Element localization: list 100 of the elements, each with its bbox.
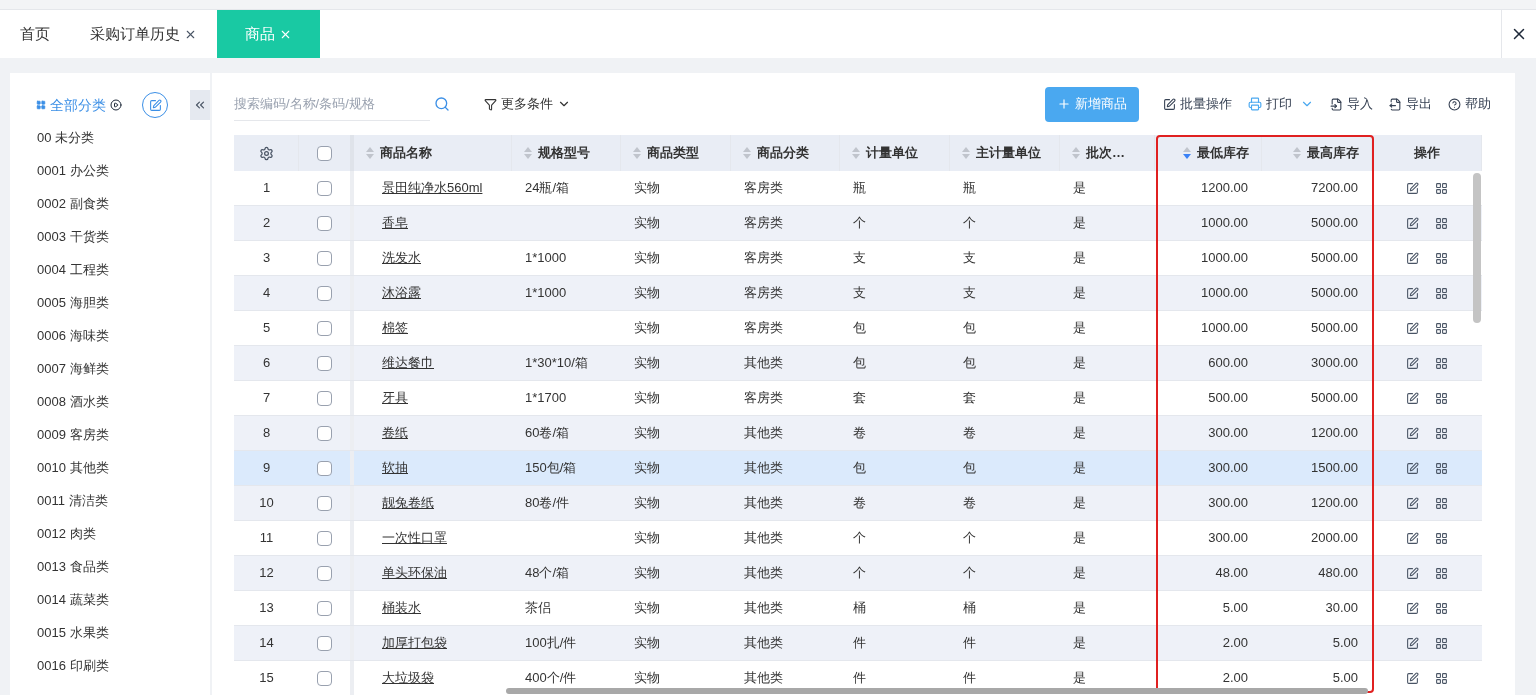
product-link[interactable]: 桶装水 bbox=[382, 598, 421, 618]
row-checkbox[interactable] bbox=[317, 180, 332, 196]
product-link[interactable]: 卷纸 bbox=[382, 423, 408, 443]
row-checkbox[interactable] bbox=[317, 460, 332, 476]
category-item[interactable]: 0008 酒水类 bbox=[37, 385, 210, 418]
category-item[interactable]: 0011 清洁类 bbox=[37, 484, 210, 517]
print-button[interactable]: 打印 bbox=[1244, 94, 1318, 114]
category-item[interactable]: 0006 海味类 bbox=[37, 319, 210, 352]
category-item[interactable]: 0002 副食类 bbox=[37, 187, 210, 220]
search-field[interactable]: 搜索编码/名称/条码/规格 bbox=[234, 87, 430, 121]
category-item[interactable]: 0009 客房类 bbox=[37, 418, 210, 451]
row-checkbox[interactable] bbox=[317, 285, 332, 301]
table-row[interactable]: 6 维达餐巾 1*30*10/箱 实物 其他类 包 包 是 600.00 3000.00 bbox=[234, 346, 1482, 381]
edit-icon[interactable] bbox=[1406, 496, 1419, 510]
row-checkbox[interactable] bbox=[317, 600, 332, 616]
product-link[interactable]: 靓兔卷纸 bbox=[382, 493, 434, 513]
table-row[interactable]: 9 软抽 150包/箱 实物 其他类 包 包 是 300.00 1500.00 bbox=[234, 451, 1482, 486]
table-row[interactable]: 4 沐浴露 1*1000 实物 客房类 支 支 是 1000.00 5000.00 bbox=[234, 276, 1482, 311]
row-checkbox[interactable] bbox=[317, 635, 332, 651]
product-link[interactable]: 香皂 bbox=[382, 213, 408, 233]
table-row[interactable]: 10 靓兔卷纸 80卷/件 实物 其他类 卷 卷 是 300.00 1200.00 bbox=[234, 486, 1482, 521]
row-checkbox[interactable] bbox=[317, 565, 332, 581]
select-all-checkbox[interactable] bbox=[317, 145, 332, 161]
category-item[interactable]: 0007 海鲜类 bbox=[37, 352, 210, 385]
export-button[interactable]: 导出 bbox=[1385, 94, 1436, 114]
grid-icon[interactable] bbox=[1435, 251, 1448, 265]
vertical-scrollbar[interactable] bbox=[1473, 173, 1481, 323]
edit-icon[interactable] bbox=[1406, 356, 1419, 370]
category-item[interactable]: 0001 办公类 bbox=[37, 154, 210, 187]
edit-icon[interactable] bbox=[1406, 671, 1419, 685]
category-item[interactable]: 0012 肉类 bbox=[37, 517, 210, 550]
product-link[interactable]: 棉签 bbox=[382, 318, 408, 338]
row-checkbox[interactable] bbox=[317, 320, 332, 336]
category-item[interactable]: 0003 干货类 bbox=[37, 220, 210, 253]
edit-icon[interactable] bbox=[1406, 181, 1419, 195]
category-item[interactable]: 0004 工程类 bbox=[37, 253, 210, 286]
edit-icon[interactable] bbox=[1406, 391, 1419, 405]
grid-icon[interactable] bbox=[1435, 181, 1448, 195]
edit-icon[interactable] bbox=[1406, 216, 1419, 230]
table-row[interactable]: 14 加厚打包袋 100扎/件 实物 其他类 件 件 是 2.00 5.00 bbox=[234, 626, 1482, 661]
category-item[interactable]: 0015 水果类 bbox=[37, 616, 210, 649]
row-checkbox[interactable] bbox=[317, 530, 332, 546]
row-checkbox[interactable] bbox=[317, 390, 332, 406]
row-checkbox[interactable] bbox=[317, 495, 332, 511]
table-row[interactable]: 8 卷纸 60卷/箱 实物 其他类 卷 卷 是 300.00 1200.00 bbox=[234, 416, 1482, 451]
product-link[interactable]: 大垃圾袋 bbox=[382, 668, 434, 688]
category-item[interactable]: 00 未分类 bbox=[37, 121, 210, 154]
help-button[interactable]: 帮助 bbox=[1444, 94, 1495, 114]
grid-icon[interactable] bbox=[1435, 461, 1448, 475]
category-item[interactable]: 0005 海胆类 bbox=[37, 286, 210, 319]
table-row[interactable]: 3 洗发水 1*1000 实物 客房类 支 支 是 1000.00 5000.00 bbox=[234, 241, 1482, 276]
grid-icon[interactable] bbox=[1435, 321, 1448, 335]
settings-icon[interactable] bbox=[258, 145, 274, 161]
all-categories-item[interactable]: 全部分类 bbox=[36, 94, 122, 116]
edit-icon[interactable] bbox=[1406, 251, 1419, 265]
grid-icon[interactable] bbox=[1435, 671, 1448, 685]
table-row[interactable]: 12 单头环保油 48个/箱 实物 其他类 个 个 是 48.00 480.00 bbox=[234, 556, 1482, 591]
edit-icon[interactable] bbox=[1406, 461, 1419, 475]
edit-icon[interactable] bbox=[1406, 566, 1419, 580]
product-link[interactable]: 软抽 bbox=[382, 458, 408, 478]
row-checkbox[interactable] bbox=[317, 425, 332, 441]
search-icon[interactable] bbox=[434, 96, 450, 112]
category-item[interactable]: 0014 蔬菜类 bbox=[37, 583, 210, 616]
product-link[interactable]: 维达餐巾 bbox=[382, 353, 434, 373]
table-row[interactable]: 1 景田纯净水560ml 24瓶/箱 实物 客房类 瓶 瓶 是 1200.00 7200.00 bbox=[234, 171, 1482, 206]
table-row[interactable]: 5 棉签 实物 客房类 包 包 是 1000.00 5000.00 bbox=[234, 311, 1482, 346]
grid-icon[interactable] bbox=[1435, 566, 1448, 580]
tab[interactable]: 采购订单历史 bbox=[70, 10, 217, 58]
row-checkbox[interactable] bbox=[317, 215, 332, 231]
category-item[interactable]: 0016 印刷类 bbox=[37, 649, 210, 682]
table-row[interactable]: 11 一次性口罩 实物 其他类 个 个 是 300.00 2000.00 bbox=[234, 521, 1482, 556]
grid-icon[interactable] bbox=[1435, 496, 1448, 510]
horizontal-scrollbar[interactable] bbox=[506, 688, 1368, 694]
row-checkbox[interactable] bbox=[317, 670, 332, 686]
table-row[interactable]: 7 牙具 1*1700 实物 客房类 套 套 是 500.00 5000.00 bbox=[234, 381, 1482, 416]
edit-icon[interactable] bbox=[1406, 531, 1419, 545]
grid-icon[interactable] bbox=[1435, 636, 1448, 650]
product-link[interactable]: 洗发水 bbox=[382, 248, 421, 268]
product-link[interactable]: 沐浴露 bbox=[382, 283, 421, 303]
tab[interactable]: 首页 bbox=[0, 10, 70, 58]
product-link[interactable]: 一次性口罩 bbox=[382, 528, 447, 548]
row-checkbox[interactable] bbox=[317, 250, 332, 266]
grid-icon[interactable] bbox=[1435, 391, 1448, 405]
table-row[interactable]: 13 桶装水 茶侣 实物 其他类 桶 桶 是 5.00 30.00 bbox=[234, 591, 1482, 626]
category-item[interactable]: 0010 其他类 bbox=[37, 451, 210, 484]
filter-button[interactable]: 更多条件 bbox=[484, 94, 571, 114]
grid-icon[interactable] bbox=[1435, 286, 1448, 300]
product-link[interactable]: 牙具 bbox=[382, 388, 408, 408]
import-button[interactable]: 导入 bbox=[1326, 94, 1377, 114]
edit-icon[interactable] bbox=[1406, 286, 1419, 300]
edit-icon[interactable] bbox=[1406, 321, 1419, 335]
column-header[interactable]: 商品名称 bbox=[380, 143, 432, 163]
category-item[interactable]: 0013 食品类 bbox=[37, 550, 210, 583]
grid-icon[interactable] bbox=[1435, 356, 1448, 370]
edit-icon[interactable] bbox=[1406, 426, 1419, 440]
grid-icon[interactable] bbox=[1435, 426, 1448, 440]
product-link[interactable]: 景田纯净水560ml bbox=[382, 178, 483, 198]
collapse-button[interactable] bbox=[190, 90, 210, 120]
grid-icon[interactable] bbox=[1435, 531, 1448, 545]
batch-button[interactable]: 批量操作 bbox=[1159, 94, 1236, 114]
